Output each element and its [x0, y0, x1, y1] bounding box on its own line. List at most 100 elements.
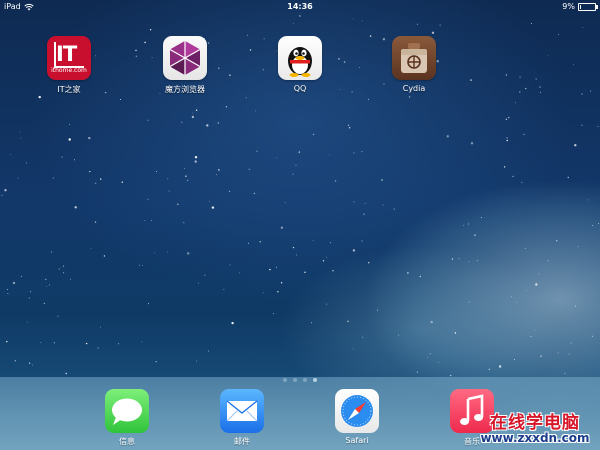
- star: [570, 342, 572, 344]
- star: [439, 24, 441, 26]
- star: [416, 23, 418, 25]
- star: [339, 88, 341, 90]
- star: [310, 322, 312, 324]
- star: [516, 301, 518, 303]
- star: [352, 18, 354, 20]
- star: [334, 180, 337, 182]
- star: [547, 55, 549, 57]
- star: [393, 208, 395, 210]
- dock-app-messages[interactable]: 信息: [92, 389, 162, 447]
- dock-app-safari[interactable]: Safari: [322, 389, 392, 445]
- star: [147, 198, 149, 200]
- star: [299, 15, 301, 17]
- star: [191, 115, 195, 119]
- star: [74, 159, 76, 161]
- star: [216, 174, 217, 176]
- star: [187, 179, 189, 181]
- dock-label-safari: Safari: [345, 436, 369, 445]
- star: [547, 260, 549, 262]
- star: [312, 133, 315, 136]
- star: [540, 91, 542, 93]
- dock-app-mail[interactable]: 邮件: [207, 389, 277, 447]
- star: [438, 361, 440, 363]
- star: [557, 352, 559, 354]
- star: [43, 302, 45, 305]
- app-mofang-browser[interactable]: 魔方浏览器: [150, 36, 220, 95]
- star: [94, 182, 97, 185]
- star: [100, 178, 102, 180]
- star: [363, 213, 365, 215]
- star: [94, 221, 97, 223]
- star: [398, 334, 400, 336]
- star: [68, 138, 71, 141]
- star: [70, 278, 72, 280]
- battery-percent: 9%: [562, 2, 575, 11]
- star: [582, 27, 584, 28]
- star: [4, 189, 7, 192]
- star: [58, 268, 60, 270]
- star: [506, 137, 508, 139]
- star: [195, 109, 198, 111]
- star: [269, 268, 271, 271]
- qq-penguin-icon[interactable]: [278, 36, 322, 80]
- star: [521, 181, 523, 183]
- star: [273, 312, 275, 314]
- watermark: 在线学电脑 www.zxxdn.com: [470, 408, 600, 445]
- star: [197, 282, 199, 284]
- star: [298, 151, 300, 153]
- star: [9, 153, 11, 155]
- star: [332, 270, 334, 272]
- star: [14, 360, 16, 362]
- star: [187, 252, 190, 255]
- star: [431, 31, 435, 34]
- star: [503, 166, 506, 168]
- star: [206, 124, 209, 127]
- star: [28, 362, 31, 364]
- star: [7, 293, 9, 295]
- star: [20, 137, 22, 139]
- star: [280, 226, 284, 229]
- ithome-icon[interactable]: IT ithome.com: [47, 36, 91, 80]
- star: [276, 266, 277, 268]
- messages-icon[interactable]: [105, 389, 149, 433]
- star: [229, 264, 231, 266]
- star: [30, 291, 32, 293]
- star: [262, 292, 264, 294]
- mofang-browser-icon[interactable]: [163, 36, 207, 80]
- star: [229, 74, 231, 76]
- star: [506, 139, 508, 142]
- cydia-icon[interactable]: [392, 36, 436, 80]
- app-label-mofang-browser: 魔方浏览器: [165, 85, 205, 94]
- star: [284, 202, 286, 204]
- star: [196, 360, 198, 362]
- star: [218, 169, 220, 171]
- star: [540, 355, 542, 357]
- app-ithome[interactable]: IT ithome.com IT之家: [34, 36, 104, 95]
- ithome-logo-subtext: ithome.com: [51, 67, 87, 74]
- star: [177, 203, 179, 205]
- app-qq[interactable]: QQ: [265, 36, 335, 93]
- star: [530, 336, 532, 337]
- star: [470, 79, 472, 81]
- star: [468, 301, 470, 303]
- star: [515, 102, 517, 104]
- safari-compass-icon[interactable]: [335, 389, 379, 433]
- star: [567, 176, 569, 179]
- star: [347, 320, 349, 322]
- star: [531, 23, 532, 25]
- star: [248, 242, 250, 244]
- star: [347, 124, 350, 127]
- star: [429, 353, 431, 355]
- star: [296, 254, 298, 256]
- star: [17, 177, 19, 179]
- mail-icon[interactable]: [220, 389, 264, 433]
- star: [568, 353, 570, 355]
- star: [377, 309, 379, 311]
- star: [6, 289, 8, 290]
- star: [368, 98, 370, 100]
- star: [194, 160, 197, 163]
- app-cydia[interactable]: Cydia: [379, 36, 449, 93]
- star: [525, 290, 527, 291]
- star: [147, 119, 149, 122]
- star: [535, 283, 538, 286]
